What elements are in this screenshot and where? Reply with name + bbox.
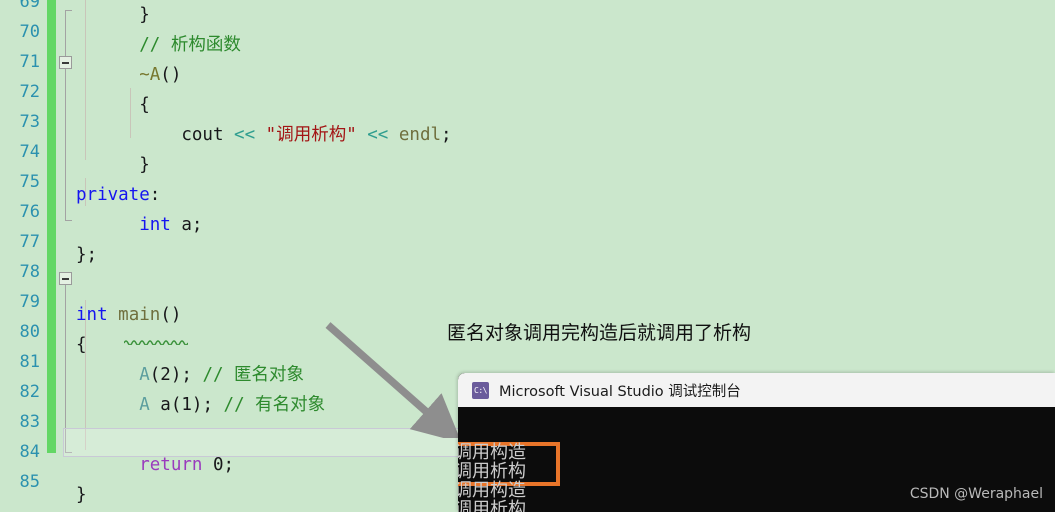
line-number: 81 [19, 352, 40, 372]
annotation-text: 匿名对象调用完构造后就调用了析构 [447, 322, 752, 344]
code-token: return [139, 455, 203, 475]
code-token: << [356, 125, 399, 145]
code-token: cout [76, 125, 235, 145]
code-token: () [160, 305, 182, 325]
line-number: 72 [19, 82, 40, 102]
code-token: private [76, 185, 150, 205]
code-line[interactable]: } [76, 480, 452, 510]
code-token: // 匿名对象 [202, 365, 305, 385]
fold-outline-line-class [65, 10, 66, 220]
console-output-line: 调用构造 [458, 442, 526, 463]
code-token: A [139, 365, 150, 385]
code-token: } [76, 485, 87, 505]
console-output-line: 调用析构 [458, 461, 526, 482]
code-token: // 有名对象 [223, 395, 326, 415]
code-token: } [76, 155, 150, 175]
code-token: () [160, 65, 182, 85]
fold-tick-bottom [65, 220, 72, 221]
console-output-area[interactable]: CSDN @Weraphael 调用构造 调用析构 调用构造 调用析构 [458, 407, 1055, 512]
error-squiggle-icon [124, 340, 188, 345]
code-token: // 析构函数 [76, 35, 241, 55]
code-line[interactable]: // 析构函数 [76, 30, 452, 60]
console-output-line: 调用构造 [458, 480, 526, 501]
code-token: main [118, 305, 161, 325]
line-number: 73 [19, 112, 40, 132]
code-token: A [139, 395, 150, 415]
line-number: 83 [19, 412, 40, 432]
line-number: 85 [19, 472, 40, 492]
console-app-icon: C:\ [472, 381, 489, 399]
saved-changes-indicator [47, 0, 56, 453]
annotation-arrow-icon [325, 322, 460, 438]
line-number: 80 [19, 322, 40, 342]
line-number: 79 [19, 292, 40, 312]
code-line[interactable]: cout << "调用析构" << endl; [76, 120, 452, 150]
fold-toggle-main[interactable] [59, 272, 72, 285]
code-token: a(1); [149, 395, 224, 415]
line-number: 69 [19, 0, 40, 12]
line-number: 71 [19, 52, 40, 72]
line-number: 76 [19, 202, 40, 222]
code-token: endl [398, 125, 442, 145]
line-number: 84 [19, 442, 40, 462]
code-token: int [76, 305, 108, 325]
line-number-gutter: 69 70 71 72 73 74 75 76 77 78 79 80 81 82 83 84 85 [0, 0, 47, 512]
code-line[interactable]: { [76, 90, 452, 120]
code-line[interactable]: } [76, 150, 452, 180]
debug-console-window[interactable]: C:\ Microsoft Visual Studio 调试控制台 CSDN @… [458, 373, 1055, 512]
code-line[interactable]: ~A() [76, 60, 452, 90]
watermark: CSDN @Weraphael [909, 486, 1043, 502]
code-line[interactable]: }; [76, 240, 452, 270]
line-number: 70 [19, 22, 40, 42]
code-token: ; [441, 125, 452, 145]
line-number: 82 [19, 382, 40, 402]
code-token: << [234, 125, 266, 145]
code-token: int [139, 215, 171, 235]
line-number: 78 [19, 262, 40, 282]
code-token: { [76, 335, 87, 355]
code-token: ~A [76, 65, 161, 85]
code-token: { [76, 95, 150, 115]
screenshot-root: 69 70 71 72 73 74 75 76 77 78 79 80 81 82 83 84 85 } // … [0, 0, 1055, 512]
code-line[interactable] [76, 270, 452, 300]
code-token: }; [76, 245, 98, 265]
fold-toggle-destructor[interactable] [59, 56, 72, 69]
code-token: } [76, 5, 150, 25]
code-token: a; [170, 215, 203, 235]
fold-tick-top [65, 10, 72, 11]
code-line[interactable]: int a; [76, 210, 452, 240]
code-token: 0; [202, 455, 235, 475]
line-number: 77 [19, 232, 40, 252]
code-token: "调用析构" [265, 125, 357, 145]
line-number: 75 [19, 172, 40, 192]
code-token: (2); [149, 365, 203, 385]
console-title-bar[interactable]: C:\ Microsoft Visual Studio 调试控制台 [458, 373, 1055, 407]
code-line[interactable]: private: [76, 180, 452, 210]
console-title-text: Microsoft Visual Studio 调试控制台 [499, 383, 741, 400]
code-line[interactable]: } [76, 0, 452, 30]
console-output-line: 调用析构 [458, 499, 526, 512]
code-token: : [149, 185, 161, 205]
line-number: 74 [19, 142, 40, 162]
